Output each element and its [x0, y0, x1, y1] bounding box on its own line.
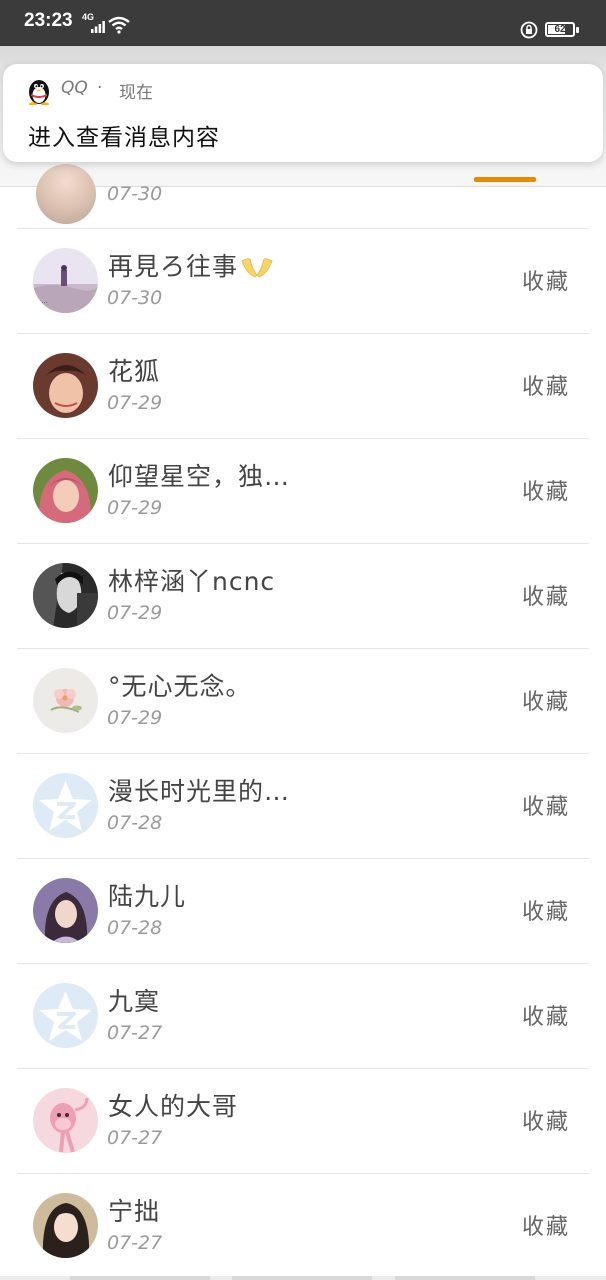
divider — [17, 543, 589, 544]
notification-app-name: QQ — [61, 78, 88, 98]
list-item[interactable]: 仰望星空，独… 07-29 收藏 — [0, 438, 606, 543]
item-name: 林梓涵丫ncnc — [108, 567, 276, 596]
item-date: 07-30 — [107, 183, 163, 205]
collect-button[interactable]: 收藏 — [522, 264, 570, 296]
pink-panther-avatar[interactable] — [33, 1088, 98, 1153]
notification-time: 现在 — [119, 83, 153, 103]
signal-icon — [91, 21, 105, 33]
avatar[interactable]: … — [33, 248, 98, 313]
list-item[interactable]: 漫长时光里的… 07-28 收藏 — [0, 753, 606, 858]
item-date: 07-27 — [107, 1022, 163, 1044]
qq-penguin-icon — [29, 80, 49, 105]
avatar[interactable] — [33, 458, 98, 523]
status-bar: 23:23 4G 62 — [0, 0, 606, 46]
item-date: 07-27 — [107, 1232, 163, 1254]
item-date: 07-29 — [107, 392, 163, 414]
item-date: 07-30 — [107, 287, 163, 309]
item-date: 07-29 — [107, 602, 163, 624]
item-name: 再見ろ往事 — [108, 247, 274, 283]
avatar[interactable] — [33, 563, 98, 628]
collect-button[interactable]: 收藏 — [522, 684, 570, 716]
item-name: 花狐 — [108, 357, 161, 386]
item-date: 07-29 — [107, 707, 163, 729]
divider — [17, 648, 589, 649]
notification-banner[interactable]: QQ · 现在 进入查看消息内容 — [3, 64, 603, 162]
divider — [17, 438, 589, 439]
divider — [17, 1173, 589, 1174]
collect-button[interactable]: 收藏 — [522, 894, 570, 926]
battery-tip — [576, 27, 579, 33]
avatar[interactable] — [33, 1193, 98, 1258]
list-item[interactable]: … 再見ろ往事 07-30 收藏 — [0, 228, 606, 333]
collect-button[interactable]: 收藏 — [522, 369, 570, 401]
collect-button[interactable]: 收藏 — [522, 789, 570, 821]
item-date: 07-28 — [107, 917, 163, 939]
divider — [17, 963, 589, 964]
collect-button[interactable]: 收藏 — [522, 1209, 570, 1241]
item-name: 九寞 — [108, 987, 161, 1016]
palms-up-icon — [241, 258, 273, 278]
default-qzone-icon[interactable] — [33, 983, 98, 1048]
visitor-list: … 再見ろ往事 07-30 收藏 花狐 07-29 收藏 仰望星空，独… 07-… — [0, 228, 606, 1278]
svg-text:…: … — [41, 297, 48, 305]
item-date: 07-28 — [107, 812, 163, 834]
item-name: 女人的大哥 — [108, 1092, 239, 1121]
item-name: °无心无念。 — [108, 672, 252, 701]
item-name: 漫长时光里的… — [108, 777, 291, 806]
item-name: 仰望星空，独… — [108, 462, 291, 491]
list-item[interactable]: 女人的大哥 07-27 收藏 — [0, 1068, 606, 1173]
avatar — [36, 164, 96, 224]
list-item[interactable]: °无心无念。 07-29 收藏 — [0, 648, 606, 753]
list-item[interactable]: 宁拙 07-27 收藏 — [0, 1173, 606, 1278]
notification-message: 进入查看消息内容 — [28, 125, 220, 151]
item-name: 陆九儿 — [108, 882, 187, 911]
collect-button[interactable]: 收藏 — [522, 474, 570, 506]
list-item[interactable]: 林梓涵丫ncnc 07-29 收藏 — [0, 543, 606, 648]
collect-button[interactable]: 收藏 — [522, 1104, 570, 1136]
item-date: 07-29 — [107, 497, 163, 519]
battery-icon: 62 — [545, 22, 575, 37]
collect-button[interactable]: 收藏 — [522, 579, 570, 611]
avatar[interactable] — [33, 668, 98, 733]
bottom-tab-bar — [0, 1276, 606, 1280]
divider — [17, 1068, 589, 1069]
item-date: 07-27 — [107, 1127, 163, 1149]
list-item[interactable]: 九寞 07-27 收藏 — [0, 963, 606, 1068]
clock: 23:23 — [24, 10, 73, 31]
list-item[interactable]: 陆九儿 07-28 收藏 — [0, 858, 606, 963]
default-qzone-icon[interactable] — [33, 773, 98, 838]
collect-button[interactable]: 收藏 — [522, 999, 570, 1031]
divider — [17, 753, 589, 754]
rotation-lock-icon — [520, 21, 538, 39]
divider — [17, 858, 589, 859]
avatar[interactable] — [33, 878, 98, 943]
avatar[interactable] — [33, 353, 98, 418]
wifi-icon — [108, 16, 130, 34]
battery-level: 62 — [554, 24, 566, 35]
divider — [17, 333, 589, 334]
list-item[interactable]: 花狐 07-29 收藏 — [0, 333, 606, 438]
item-name: 宁拙 — [108, 1197, 161, 1226]
notification-separator: · — [97, 78, 103, 98]
divider — [17, 228, 589, 229]
